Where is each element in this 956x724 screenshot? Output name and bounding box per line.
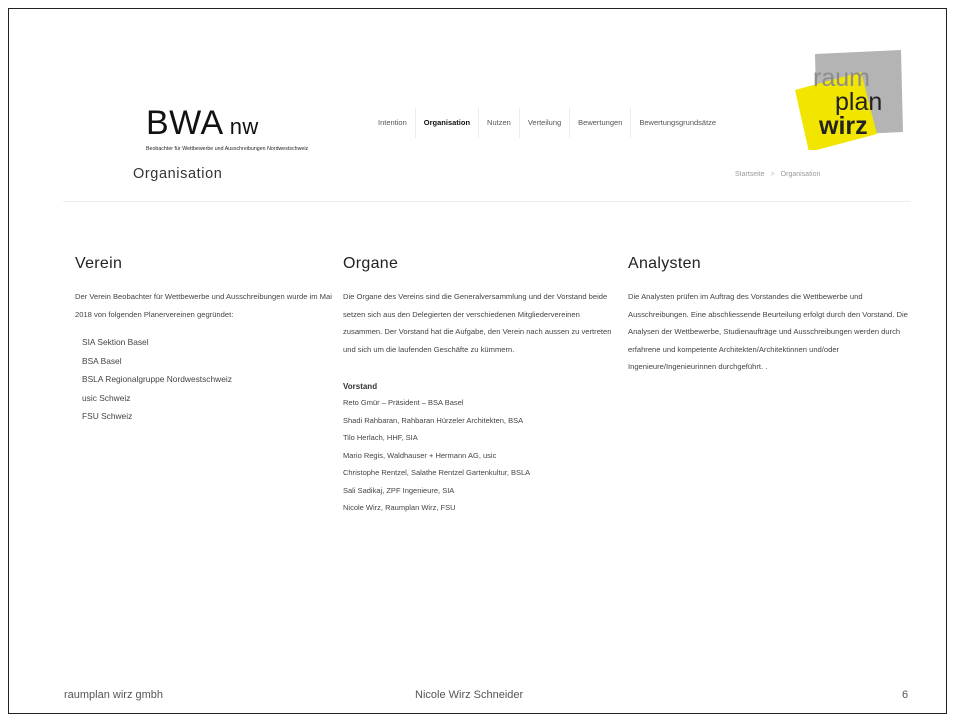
footer-author: Nicole Wirz Schneider (415, 689, 524, 701)
nav-item-bewertungsgrundsaetze[interactable]: Bewertungsgrundsätze (631, 108, 724, 138)
verein-text: Der Verein Beobachter für Wettbewerbe un… (75, 292, 332, 319)
verein-heading: Verein (75, 255, 123, 272)
analysten-section: Analysten Die Analysten prüfen im Auftra… (628, 255, 908, 376)
footer-company: raumplan wirz gmbh (64, 689, 164, 701)
breadcrumb-current: Organisation (780, 171, 821, 178)
list-item: BSLA Regionalgruppe Nordwestschweiz (82, 374, 232, 384)
vorstand-list: Reto Gmür – Präsident – BSA Basel Shadi … (343, 394, 619, 517)
breadcrumb-home-link[interactable]: Startseite (735, 171, 765, 178)
nav-item-organisation[interactable]: Organisation (416, 108, 480, 138)
verein-member-list: SIA Sektion Basel BSA Basel BSLA Regiona… (82, 333, 337, 426)
vorstand-heading: Vorstand (343, 382, 378, 391)
main-nav: Intention Organisation Nutzen Verteilung… (370, 108, 724, 138)
list-item: Mario Regis, Waldhauser + Hermann AG, us… (343, 450, 497, 460)
raumplan-wirz-badge: raum plan wirz (795, 50, 903, 150)
verein-section: Verein Der Verein Beobachter für Wettbew… (75, 255, 337, 426)
list-item: Reto Gmür – Präsident – BSA Basel (343, 398, 464, 407)
list-item: FSU Schweiz (82, 411, 133, 421)
logo-suffix: nw (229, 114, 259, 139)
nav-item-bewertungen[interactable]: Bewertungen (570, 108, 632, 138)
list-item: Sali Sadikaj, ZPF Ingenieure, SIA (343, 485, 455, 495)
list-item: Tilo Herlach, HHF, SIA (343, 433, 418, 442)
list-item: BSA Basel (82, 355, 122, 366)
nav-item-verteilung[interactable]: Verteilung (520, 108, 571, 138)
nav-item-intention[interactable]: Intention (370, 108, 416, 138)
organe-heading: Organe (343, 255, 399, 272)
logo-subtitle: Beobachter für Wettbewerbe und Ausschrei… (146, 146, 309, 152)
breadcrumb: Startseite > Organisation (735, 171, 820, 178)
breadcrumb-separator: > (770, 171, 775, 178)
page-title: Organisation (133, 166, 223, 182)
nav-item-nutzen[interactable]: Nutzen (479, 108, 520, 138)
organe-section: Organe Die Organe des Vereins sind die G… (343, 255, 619, 517)
header-divider (63, 201, 911, 202)
list-item: SIA Sektion Basel (82, 337, 149, 347)
list-item: Shadi Rahbaran, Rahbaran Hürzeler Archit… (343, 415, 524, 425)
list-item: Nicole Wirz, Raumplan Wirz, FSU (343, 503, 456, 512)
badge-text-wirz: wirz (818, 112, 868, 140)
organe-text: Die Organe des Vereins sind die Generalv… (343, 292, 612, 354)
list-item: Christophe Rentzel, Salathe Rentzel Gart… (343, 468, 531, 477)
analysten-heading: Analysten (628, 255, 701, 272)
logo-main-text: BWA (146, 104, 224, 142)
site-logo[interactable]: BWA nw Beobachter für Wettbewerbe und Aus… (146, 106, 308, 152)
analysten-text: Die Analysten prüfen im Auftrag des Vors… (628, 292, 908, 371)
footer-page-number: 6 (902, 689, 909, 701)
list-item: usic Schweiz (82, 392, 131, 403)
